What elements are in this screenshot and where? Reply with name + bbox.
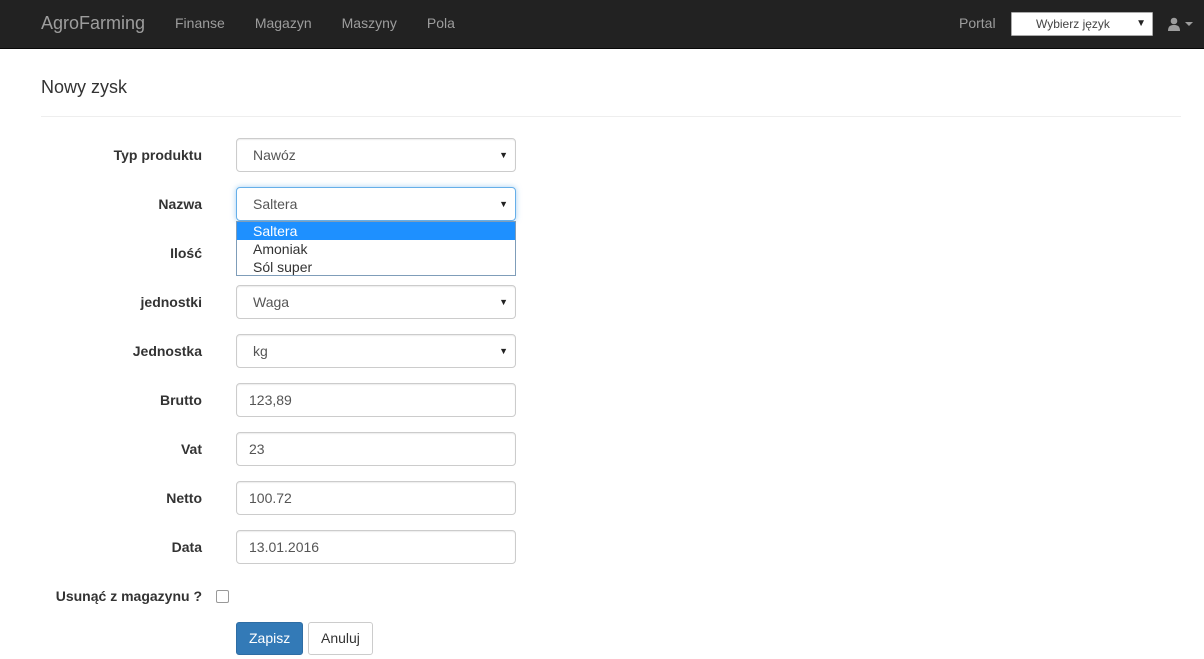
- jednostka-label: Jednostka: [132, 343, 202, 359]
- page-title: Nowy zysk: [41, 77, 128, 97]
- nav-link-finanse[interactable]: Finanse: [160, 0, 240, 48]
- vat-input[interactable]: 23: [236, 432, 516, 466]
- chevron-down-icon: ▼: [499, 297, 508, 307]
- typ-produktu-select[interactable]: Nawóz ▼: [236, 138, 516, 172]
- brand-link[interactable]: AgroFarming: [41, 13, 145, 33]
- netto-label: Netto: [166, 490, 202, 506]
- chevron-down-icon: ▼: [499, 150, 508, 160]
- form-row-netto: Netto 100.72: [0, 481, 600, 515]
- jednostka-select[interactable]: kg ▼: [236, 334, 516, 368]
- netto-input[interactable]: 100.72: [236, 481, 516, 515]
- usun-z-magazynu-checkbox[interactable]: [216, 590, 229, 603]
- vat-label: Vat: [180, 441, 202, 457]
- nav-link-maszyny[interactable]: Maszyny: [327, 0, 412, 48]
- nazwa-select[interactable]: Saltera ▼: [236, 187, 516, 221]
- data-label: Data: [171, 539, 202, 555]
- chevron-down-icon: ▼: [499, 199, 508, 209]
- brutto-input[interactable]: 123,89: [236, 383, 516, 417]
- nazwa-option-saltera[interactable]: Saltera: [237, 222, 515, 240]
- nazwa-value: Saltera: [253, 196, 298, 212]
- form-row-vat: Vat 23: [0, 432, 600, 466]
- language-select-label: Wybierz język: [1036, 17, 1110, 31]
- typ-produktu-label: Typ produktu: [113, 147, 202, 163]
- form-row-typ-produktu: Typ produktu Nawóz ▼: [0, 138, 600, 172]
- jednostki-label: jednostki: [140, 294, 202, 310]
- save-button[interactable]: Zapisz: [236, 622, 304, 655]
- cancel-button[interactable]: Anuluj: [308, 622, 373, 655]
- form-row-brutto: Brutto 123,89: [0, 383, 600, 417]
- nav-link-magazyn[interactable]: Magazyn: [240, 0, 327, 48]
- nav-link-pola[interactable]: Pola: [412, 0, 470, 48]
- typ-produktu-value: Nawóz: [253, 147, 296, 163]
- nav-links: Finanse Magazyn Maszyny Pola: [160, 0, 470, 48]
- chevron-down-icon: ▼: [1136, 18, 1146, 29]
- form-row-jednostka: Jednostka kg ▼: [0, 334, 600, 368]
- portal-link[interactable]: Portal: [959, 0, 996, 48]
- brutto-label: Brutto: [160, 392, 202, 408]
- data-input[interactable]: 13.01.2016: [236, 530, 516, 564]
- navbar: AgroFarming Finanse Magazyn Maszyny Pola…: [0, 0, 1204, 49]
- jednostka-value: kg: [253, 343, 268, 359]
- language-select[interactable]: Wybierz język ▼: [1011, 12, 1153, 36]
- nazwa-label: Nazwa: [158, 196, 202, 212]
- chevron-down-icon: ▼: [499, 346, 508, 356]
- form-row-jednostki: jednostki Waga ▼: [0, 285, 600, 319]
- nazwa-option-sol-super[interactable]: Sól super: [237, 258, 515, 276]
- form-row-data: Data 13.01.2016: [0, 530, 600, 564]
- user-icon: [1167, 17, 1181, 31]
- form-row-nazwa: Nazwa Saltera ▼: [0, 187, 600, 221]
- caret-down-icon: [1185, 22, 1193, 26]
- divider: [41, 116, 1181, 117]
- nazwa-dropdown-list: Saltera Amoniak Sól super: [236, 221, 516, 276]
- nazwa-option-amoniak[interactable]: Amoniak: [237, 240, 515, 258]
- jednostki-select[interactable]: Waga ▼: [236, 285, 516, 319]
- jednostki-value: Waga: [253, 294, 290, 310]
- user-menu[interactable]: [1167, 14, 1193, 34]
- form-row-usun-z-magazynu: Usunąć z magazynu ?: [0, 586, 600, 606]
- ilosc-label: Ilość: [170, 245, 202, 261]
- usun-z-magazynu-label: Usunąć z magazynu ?: [55, 588, 202, 604]
